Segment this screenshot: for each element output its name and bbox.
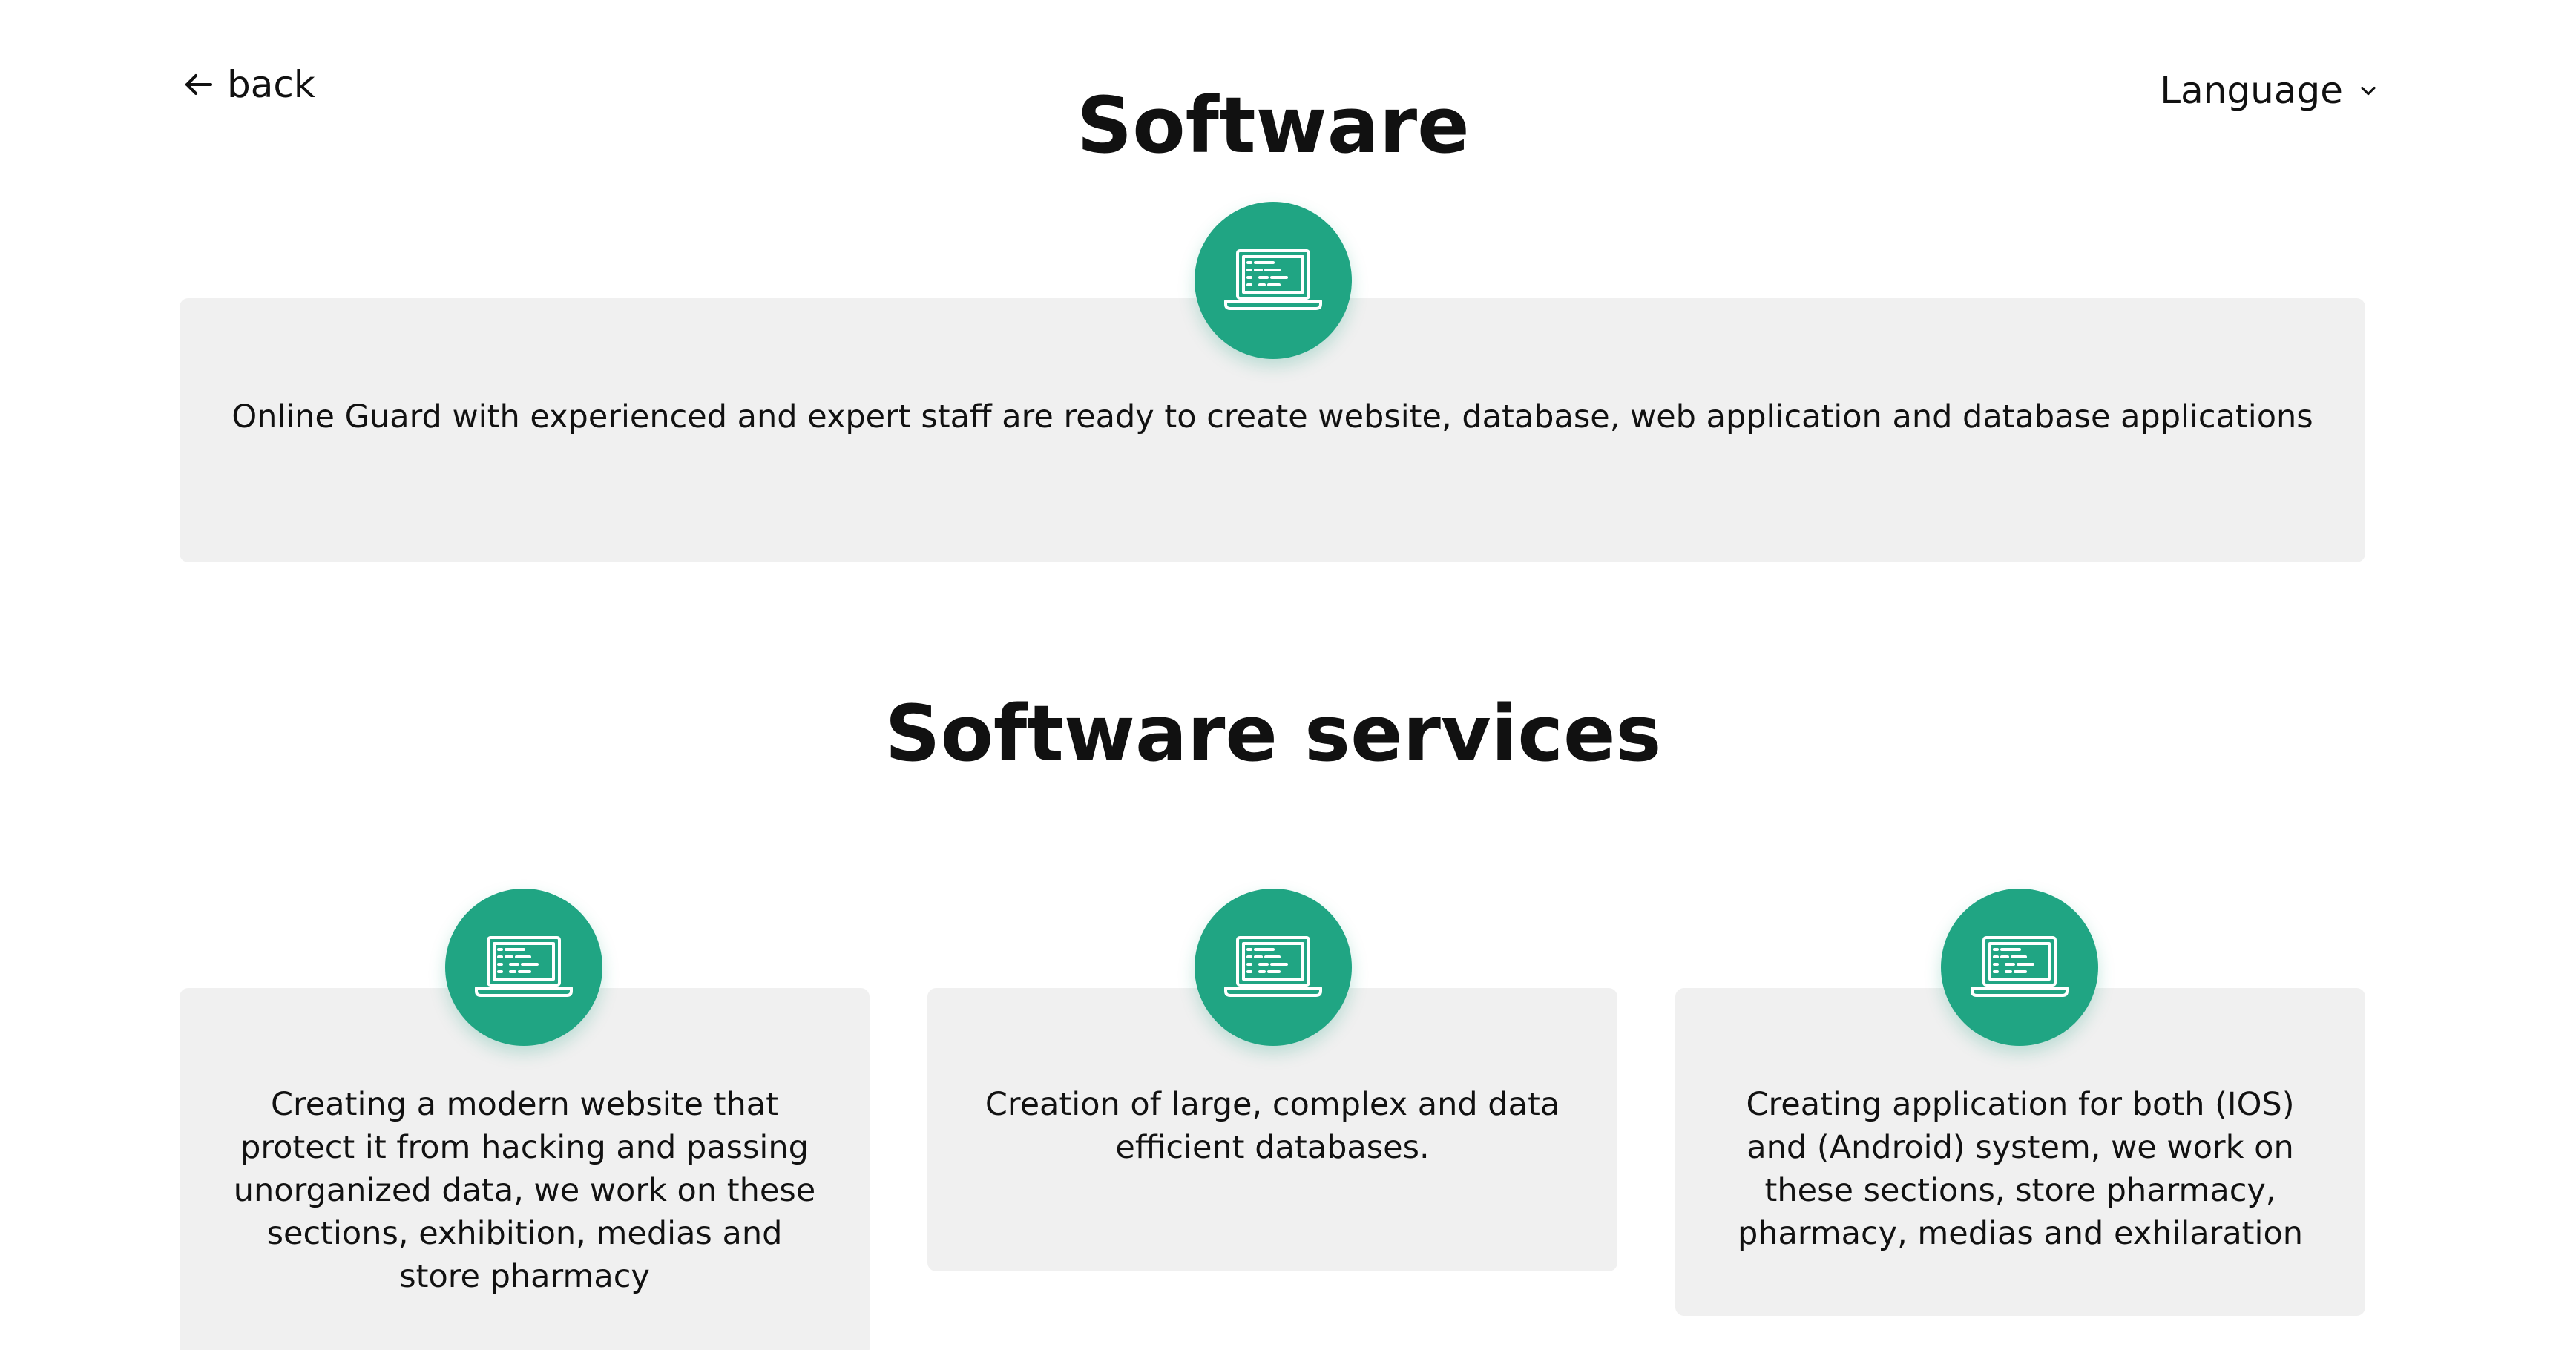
software-page: back Language Software Online Guard with… [0,0,2576,1350]
service-text-website: Creating a modern website that protect i… [233,1086,816,1295]
intro-icon-badge [1195,202,1352,359]
service-icon-badge-mobile-app [1941,889,2098,1046]
page-title: Software [1077,80,1470,171]
laptop-code-icon [1971,936,2069,997]
laptop-code-icon [475,936,573,997]
service-text-database: Creation of large, complex and data effi… [985,1086,1560,1166]
laptop-code-icon [1224,249,1322,310]
laptop-code-icon [1224,936,1322,997]
service-icon-badge-website [445,889,602,1046]
service-icon-badge-database [1195,889,1352,1046]
services-title: Software services [884,688,1662,779]
intro-text: Online Guard with experienced and expert… [231,398,2313,435]
service-text-mobile-app: Creating application for both (IOS) and … [1737,1086,2304,1252]
